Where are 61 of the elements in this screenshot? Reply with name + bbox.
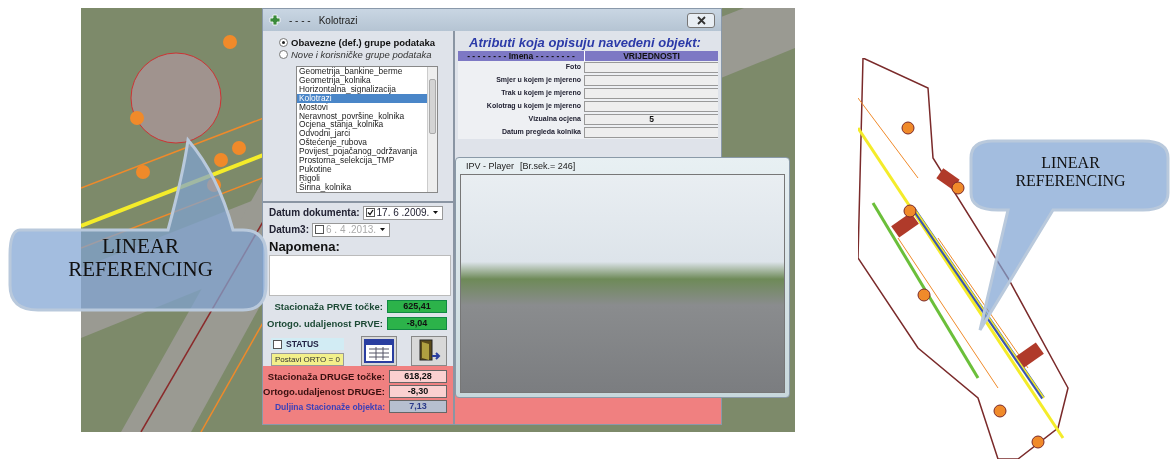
attributes-heading: Atributi koja opisuju navedeni objekt: [468, 34, 702, 51]
close-button[interactable] [687, 12, 715, 28]
scrollbar[interactable] [427, 67, 437, 192]
note-label: Napomena: [268, 237, 341, 254]
column-header: - - - - - - - - Imena - - - - - - - - [458, 51, 584, 61]
list-item[interactable]: Širina_kolnika [297, 182, 427, 192]
title-dashes: - - - - [289, 14, 311, 26]
app-icon [269, 14, 281, 26]
radio-option[interactable]: Obavezne (def.) grupe podataka [279, 37, 453, 48]
field-label: Stacionaža DRUGE točke: [267, 371, 385, 383]
status-checkbox[interactable]: STATUS [271, 338, 344, 351]
close-icon [696, 15, 706, 25]
value-field: -8,30 [389, 385, 447, 399]
set-orto-button[interactable]: Postavi ORTO = 0 [271, 353, 344, 367]
date-label: Datum dokumenta: [269, 207, 360, 219]
radio-option[interactable]: Nove i korisničke grupe podataka [279, 49, 453, 60]
field-label: Duljina Stacionaže objekta: [274, 401, 385, 412]
callout-bubble: LINEAR REFERENCING [8, 135, 270, 315]
attribute-value-field[interactable] [584, 75, 718, 86]
attribute-value-field[interactable]: 5 [584, 114, 718, 125]
attribute-value-field[interactable] [584, 127, 718, 138]
list-item[interactable]: Oštećenje_rubova [297, 138, 427, 148]
table-view-button[interactable] [361, 336, 397, 367]
exit-button[interactable] [411, 336, 447, 367]
list-item[interactable]: Pukotine [297, 164, 427, 174]
value-field: 7,13 [389, 400, 447, 414]
list-item[interactable]: Mostovi [297, 102, 427, 112]
attribute-value-field[interactable] [584, 62, 718, 73]
attribute-value-field[interactable] [584, 101, 718, 112]
marker-dot [214, 153, 228, 167]
marker-dot [136, 165, 150, 179]
list-item[interactable]: Prostorna_selekcija_TMP [297, 156, 427, 165]
field-label: Ortogo.udaljenost DRUGE: [263, 386, 385, 398]
value-field: 618,28 [389, 370, 447, 384]
date-label: Datum3: [269, 224, 309, 236]
list-item[interactable]: Kolotrazi [297, 93, 427, 103]
list-item[interactable]: Odvodni_jarci [297, 129, 427, 139]
list-item[interactable]: Geometrija_bankine_berme [297, 67, 427, 76]
marker-dot [223, 35, 237, 49]
list-item[interactable]: Povijest_pojačanog_održavanja [297, 147, 427, 157]
list-item[interactable]: Rigoli [297, 173, 427, 183]
field-label: Ortogo. udaljenost PRVE: [267, 318, 383, 330]
frame-info: [Br.sek.= 246] [520, 161, 576, 171]
marker-dot [232, 141, 246, 155]
field-label: Stacionaža PRVE točke: [274, 301, 383, 313]
column-header: VRIJEDNOSTI [584, 51, 718, 61]
attribute-value-field[interactable] [584, 88, 718, 99]
value-field: 625,41 [387, 300, 447, 314]
window-title: Kolotrazi [318, 14, 358, 26]
window-title: IPV - Player [466, 161, 514, 171]
callout-bubble: LINEAR REFERENCING [968, 138, 1171, 333]
list-item[interactable]: Neravnost_površine_kolnika [297, 111, 427, 121]
list-item[interactable]: Geometrija_kolnika [297, 75, 427, 85]
table-icon [364, 339, 394, 364]
list-item[interactable]: Ocjena_stanja_kolnika [297, 120, 427, 130]
date-picker[interactable]: 17. 6 .2009. [362, 205, 444, 220]
marker-dot [130, 111, 144, 125]
value-field: -8,04 [387, 317, 447, 331]
check-icon [366, 209, 374, 217]
note-field[interactable] [269, 254, 451, 297]
list-item[interactable]: Horizontalna_signalizacija [297, 84, 427, 94]
